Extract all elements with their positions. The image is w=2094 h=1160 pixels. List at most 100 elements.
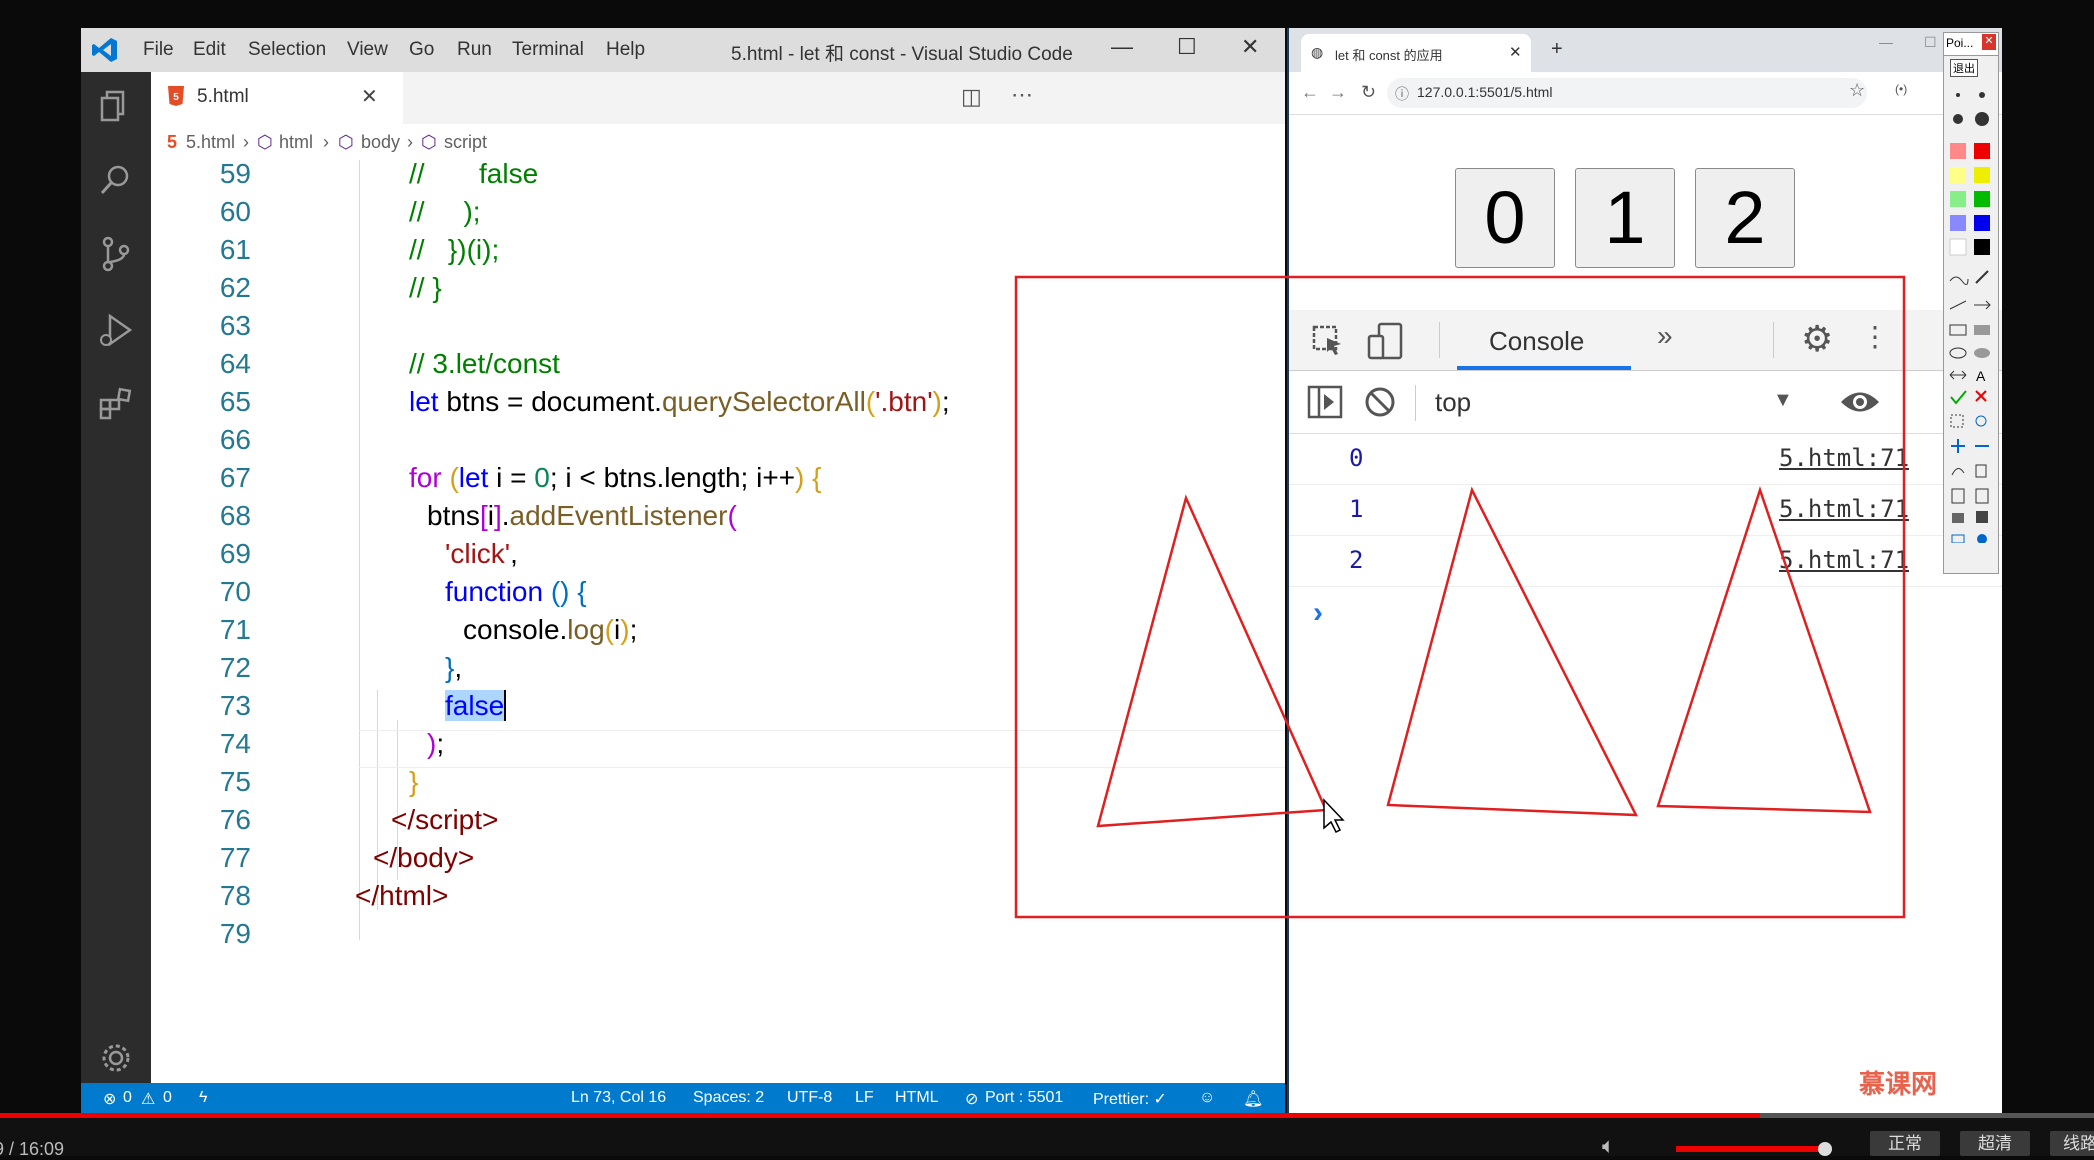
eye-icon[interactable] [1839, 387, 1881, 417]
menu-edit[interactable]: Edit [193, 39, 226, 61]
breadcrumb-body[interactable]: body [361, 132, 400, 153]
divider [1773, 322, 1774, 358]
menu-run[interactable]: Run [457, 39, 492, 61]
indentation[interactable]: Spaces: 2 [693, 1089, 764, 1107]
search-icon[interactable] [98, 162, 134, 198]
log-source-link[interactable]: 5.html:71 [1779, 444, 1909, 472]
cube-icon: ⬡ [338, 132, 354, 152]
vscode-logo-icon [92, 38, 117, 62]
forward-icon[interactable]: → [1329, 82, 1347, 103]
tab-label: 5.html [197, 86, 249, 107]
error-count[interactable]: 0 [123, 1089, 132, 1107]
device-toolbar-icon[interactable] [1367, 322, 1403, 360]
code-editor[interactable]: 59 // false 60 // ); 61 // })(i); 62 // … [151, 160, 1285, 1083]
extensions-icon[interactable] [98, 386, 134, 422]
divider [1439, 322, 1440, 358]
log-value: 0 [1349, 444, 1364, 472]
encoding[interactable]: UTF-8 [787, 1089, 832, 1107]
extension-icon[interactable]: (•) [1895, 82, 1907, 96]
reload-icon[interactable]: ↻ [1361, 82, 1376, 103]
inspect-element-icon[interactable] [1311, 324, 1345, 358]
chevron-right-icon: › [407, 132, 413, 152]
live-server-port[interactable]: Port : 5501 [985, 1089, 1063, 1107]
cursor-position[interactable]: Ln 73, Col 16 [571, 1089, 666, 1107]
playback-speed-button[interactable]: 正常 [1870, 1131, 1940, 1156]
clear-console-icon[interactable] [1363, 385, 1397, 419]
explorer-icon[interactable] [98, 88, 134, 124]
bookmark-star-icon[interactable]: ☆ [1849, 80, 1865, 101]
breadcrumb-html[interactable]: html [279, 132, 313, 153]
prettier-status[interactable]: Prettier: ✓ [1093, 1089, 1167, 1109]
back-icon[interactable]: ← [1301, 82, 1319, 103]
broadcast-icon[interactable]: ⊘ [965, 1089, 978, 1109]
bell-icon[interactable]: 🔔︎ [1243, 1089, 1263, 1109]
log-source-link[interactable]: 5.html:71 [1779, 546, 1909, 574]
breadcrumb-file[interactable]: 5.html [186, 132, 235, 153]
paint-titlebar: Poi... ✕ [1944, 33, 1998, 56]
volume-knob[interactable] [1818, 1142, 1832, 1156]
close-icon[interactable]: ✕ [1982, 34, 1996, 50]
log-source-link[interactable]: 5.html:71 [1779, 495, 1909, 523]
language-mode[interactable]: HTML [895, 1089, 939, 1107]
menu-terminal[interactable]: Terminal [512, 39, 584, 61]
feedback-icon[interactable]: ☺ [1199, 1089, 1215, 1107]
context-selector[interactable]: top [1435, 387, 1471, 418]
exit-button[interactable]: 退出 [1950, 59, 1978, 77]
line-button[interactable]: 线路 [2050, 1131, 2094, 1156]
run-debug-icon[interactable] [98, 312, 134, 348]
menu-selection[interactable]: Selection [248, 39, 326, 61]
html5-icon: 5 [168, 86, 184, 106]
menu-view[interactable]: View [347, 39, 388, 61]
settings-gear-icon[interactable]: ⚙ [1801, 318, 1833, 360]
window-title: 5.html - let 和 const - Visual Studio Cod… [731, 44, 1073, 65]
number-button[interactable]: 2 [1695, 168, 1795, 268]
lightning-icon[interactable]: ϟ [199, 1089, 207, 1107]
menu-help[interactable]: Help [606, 39, 645, 61]
minimize-icon[interactable]: — [1879, 34, 1893, 50]
tab-5html[interactable]: 5 5.html ✕ [151, 72, 403, 124]
source-control-icon[interactable] [98, 236, 134, 272]
info-icon[interactable]: ⓘ [1395, 84, 1409, 104]
dropdown-arrow-icon[interactable]: ▼ [1773, 389, 1793, 412]
number-button[interactable]: 0 [1455, 168, 1555, 268]
new-tab-icon[interactable]: + [1551, 38, 1563, 61]
end-of-line[interactable]: LF [855, 1089, 874, 1107]
video-time: 9 / 16:09 [0, 1139, 65, 1159]
error-icon[interactable]: ⊗ [103, 1089, 116, 1109]
tab-close-icon[interactable]: ✕ [361, 84, 378, 109]
volume-icon[interactable]: 🔈︎ [1602, 1133, 1615, 1159]
paint-tools-palette[interactable]: A [1946, 83, 1996, 543]
console-prompt[interactable]: › [1313, 596, 1323, 630]
title-bar: File Edit Selection View Go Run Terminal… [81, 28, 1285, 72]
breadcrumb: 5 5.html › ⬡ html › ⬡ body › ⬡ script [151, 124, 1285, 160]
maximize-icon[interactable]: ☐ [1177, 34, 1197, 60]
close-icon[interactable]: ✕ [1509, 43, 1522, 61]
warning-count[interactable]: 0 [163, 1089, 172, 1107]
breadcrumb-script[interactable]: script [444, 132, 487, 153]
menu-file[interactable]: File [143, 39, 174, 61]
gear-icon[interactable] [98, 1040, 134, 1076]
browser-tab[interactable]: ◍ let 和 const 的应用 ✕ [1301, 34, 1531, 72]
browser-tab-title: let 和 const 的应用 [1335, 48, 1443, 63]
address-bar[interactable]: ⓘ 127.0.0.1:5501/5.html [1387, 78, 1867, 108]
maximize-icon[interactable]: ☐ [1924, 34, 1937, 51]
menu-go[interactable]: Go [409, 39, 434, 61]
indent-guide [359, 160, 360, 940]
quality-button[interactable]: 超清 [1960, 1131, 2030, 1156]
warning-icon[interactable]: ⚠ [141, 1089, 155, 1109]
devtools-panel: Console » ⚙ ⋮ top ▼ 0 5.html:71 1 5.html… [1289, 310, 2002, 1113]
log-value: 2 [1349, 546, 1364, 574]
tab-console[interactable]: Console [1489, 326, 1584, 357]
kebab-menu-icon[interactable]: ⋮ [1861, 320, 1889, 353]
more-tabs-icon[interactable]: » [1657, 320, 1673, 352]
minimize-icon[interactable]: — [1111, 34, 1133, 60]
number-button[interactable]: 1 [1575, 168, 1675, 268]
status-bar: ⊗ 0 ⚠ 0 ϟ Ln 73, Col 16 Spaces: 2 UTF-8 … [81, 1083, 1285, 1113]
svg-text:5: 5 [173, 92, 179, 103]
show-sidebar-icon[interactable] [1307, 385, 1343, 419]
volume-slider[interactable] [1676, 1146, 1826, 1152]
split-editor-icon[interactable]: ◫ [961, 84, 982, 110]
close-icon[interactable]: ✕ [1241, 34, 1259, 60]
active-tab-indicator [1457, 366, 1631, 370]
more-actions-icon[interactable]: ⋯ [1011, 82, 1033, 108]
